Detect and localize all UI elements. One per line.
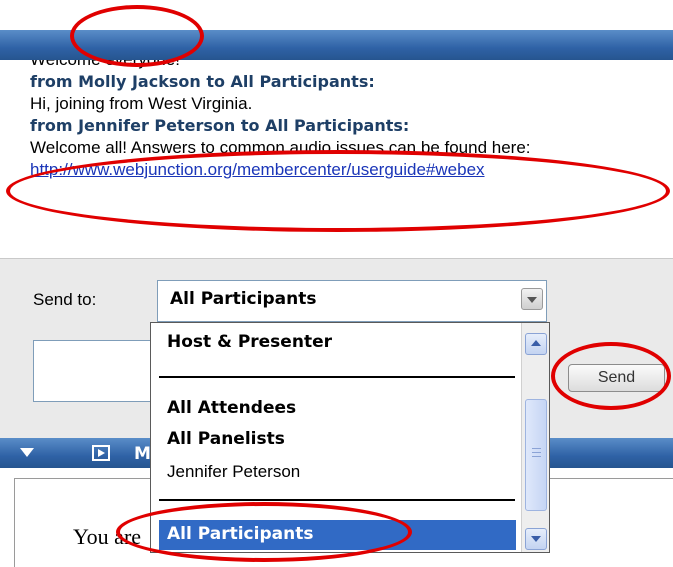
- chevron-down-icon: [527, 297, 537, 303]
- chat-sender-line: from Jennifer Peterson to All Participan…: [30, 116, 410, 135]
- dropdown-separator: [159, 499, 515, 501]
- media-panel-title: M: [134, 444, 151, 464]
- scroll-up-button[interactable]: [525, 333, 547, 355]
- scroll-down-button[interactable]: [525, 528, 547, 550]
- chevron-down-icon[interactable]: [20, 448, 34, 457]
- dropdown-option-host-presenter[interactable]: Host & Presenter: [167, 332, 332, 352]
- annotation-ellipse-link: [6, 150, 670, 232]
- grip-line: [532, 456, 541, 457]
- send-to-selected-value: All Participants: [170, 289, 317, 309]
- annotation-ellipse-all-participants: [116, 502, 412, 562]
- dropdown-scrollbar[interactable]: [521, 323, 549, 552]
- annotation-ellipse-send-button: [551, 342, 671, 410]
- chat-message-input[interactable]: [33, 340, 154, 402]
- chevron-down-icon[interactable]: [20, 9, 34, 18]
- chevron-up-icon: [531, 340, 541, 346]
- dropdown-option-all-attendees[interactable]: All Attendees: [167, 398, 296, 418]
- send-to-label: Send to:: [33, 290, 97, 309]
- dropdown-arrow-button[interactable]: [521, 288, 543, 310]
- dropdown-separator: [159, 376, 515, 378]
- grip-line: [532, 448, 541, 449]
- scrollbar-thumb[interactable]: [525, 399, 547, 511]
- chevron-down-icon: [531, 536, 541, 542]
- dropdown-option-jennifer-peterson[interactable]: Jennifer Peterson: [167, 462, 300, 482]
- media-viewer-icon: [92, 445, 110, 461]
- annotation-ellipse-chat-title: [70, 5, 204, 67]
- dropdown-option-all-panelists[interactable]: All Panelists: [167, 429, 285, 449]
- play-icon: [98, 449, 105, 457]
- grip-line: [532, 452, 541, 453]
- chat-sender-line: from Molly Jackson to All Participants:: [30, 72, 375, 91]
- chat-message: Hi, joining from West Virginia.: [30, 94, 253, 113]
